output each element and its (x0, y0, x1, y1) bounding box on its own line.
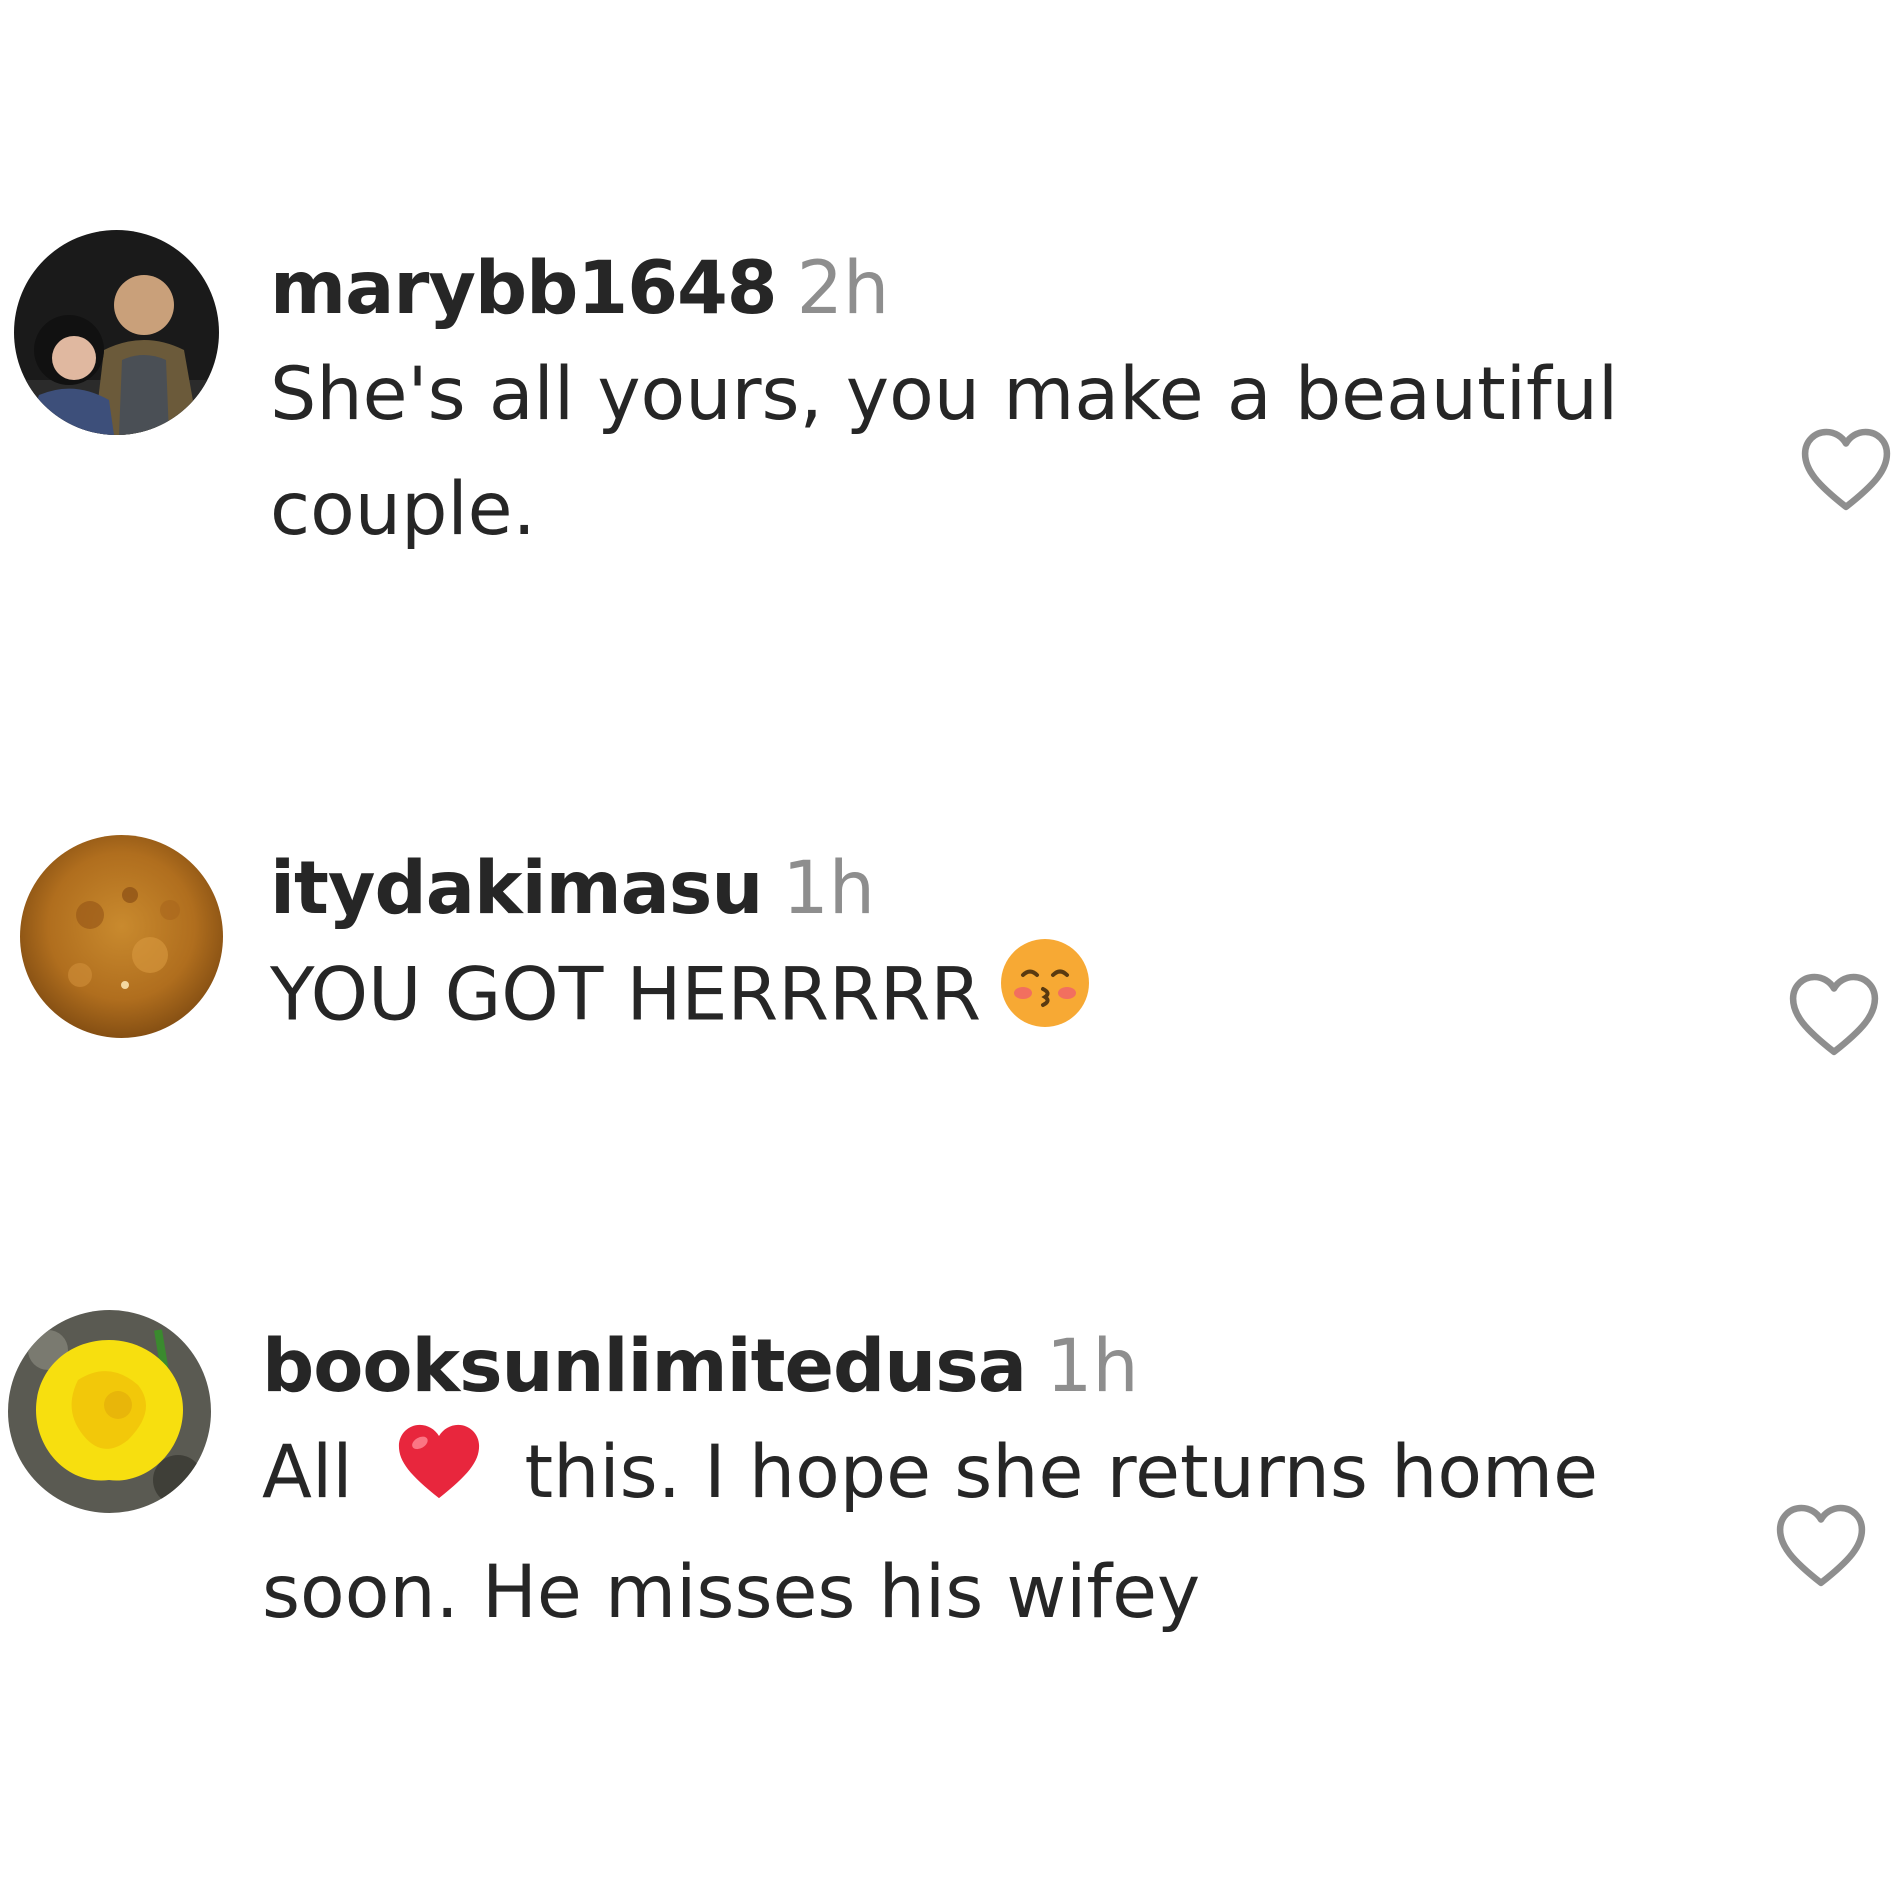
comment-text: All this. I hope she returns home soon. … (262, 1415, 1702, 1650)
username[interactable]: booksunlimitedusa (262, 1324, 1027, 1409)
comment-text-part: All (262, 1430, 353, 1515)
heart-outline-icon (1801, 428, 1891, 511)
comment-header: marybb1648 2h (270, 245, 1770, 333)
comment-text-part: YOU GOT HERRRRR (270, 952, 982, 1038)
timestamp[interactable]: 1h (1046, 1324, 1139, 1409)
heart-outline-icon (1776, 1504, 1866, 1587)
avatar[interactable] (20, 835, 223, 1038)
avatar[interactable] (14, 230, 219, 435)
comment-text: She's all yours, you make a beautiful co… (270, 337, 1720, 567)
comment-text: YOU GOT HERRRRR (270, 937, 1770, 1062)
avatar[interactable] (8, 1310, 211, 1513)
kissing-face-closed-eyes-icon (999, 937, 1091, 1062)
like-button[interactable] (1784, 968, 1884, 1058)
username[interactable]: itydakimasu (270, 846, 763, 931)
like-button[interactable] (1771, 1499, 1871, 1589)
heart-outline-icon (1789, 973, 1879, 1056)
comment-header: booksunlimitedusa 1h (262, 1323, 1762, 1411)
timestamp[interactable]: 1h (782, 846, 875, 931)
red-heart-icon (393, 1418, 485, 1535)
comment-text-part: She's all yours, you make a beautiful co… (270, 352, 1619, 552)
username[interactable]: marybb1648 (270, 246, 778, 331)
comment-header: itydakimasu 1h (270, 845, 1770, 933)
timestamp[interactable]: 2h (797, 246, 890, 331)
like-button[interactable] (1796, 423, 1896, 513)
